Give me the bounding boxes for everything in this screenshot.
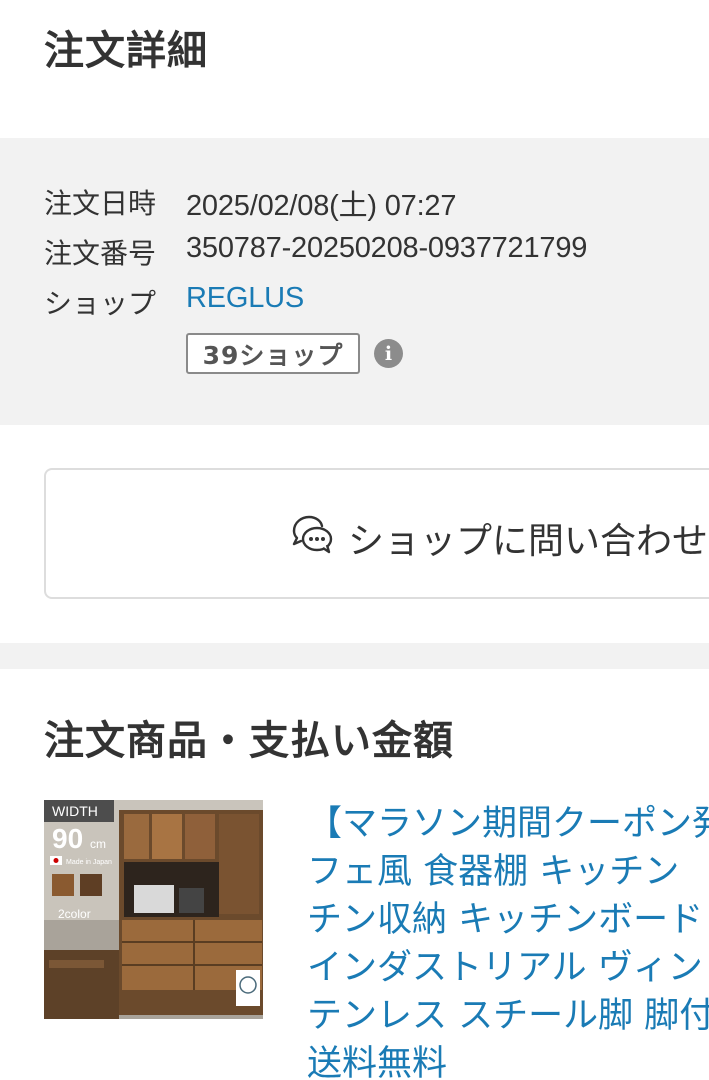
product-title-line: チン収納 キッチンボード	[307, 900, 704, 940]
product-thumbnail[interactable]: WIDTH 90 cm Made in Japan 2color	[44, 800, 263, 1019]
contact-shop-button[interactable]: ショップに問い合わせ	[44, 468, 709, 599]
order-info-block: 注文日時 2025/02/08(土) 07:27 注文番号 350787-202…	[0, 138, 709, 425]
page-title: 注文詳細	[44, 28, 208, 74]
39-shop-badge: 39ショップ	[186, 333, 360, 374]
order-detail-page: 注文詳細 注文日時 2025/02/08(土) 07:27 注文番号 35078…	[0, 0, 709, 1080]
product-title-line: インダストリアル ヴィン	[307, 948, 703, 988]
order-number-value: 350787-20250208-0937721799	[186, 232, 588, 264]
chat-bubbles-icon	[292, 515, 333, 554]
order-number-label: 注文番号	[44, 237, 157, 270]
info-icon[interactable]: i	[374, 339, 403, 368]
section-divider	[0, 643, 709, 669]
product-title-line: フェ風 食器棚 キッチン	[307, 852, 680, 892]
thumb-width-label: WIDTH	[52, 803, 98, 819]
section-title: 注文商品・支払い金額	[44, 718, 454, 764]
order-date-value: 2025/02/08(土) 07:27	[186, 190, 457, 222]
thumb-color-label: 2color	[58, 907, 91, 921]
shop-name-link[interactable]: REGLUS	[186, 282, 304, 315]
thumb-width-value: 90	[52, 823, 83, 854]
product-image-illustration: WIDTH 90 cm Made in Japan 2color	[44, 800, 263, 1019]
product-title-line: テンレス スチール脚 脚付	[307, 996, 709, 1036]
product-title-line: 【マラソン期間クーポン発	[307, 804, 709, 844]
thumb-width-unit: cm	[90, 837, 106, 851]
product-title-line: 送料無料	[307, 1044, 448, 1080]
order-date-label: 注文日時	[44, 187, 157, 220]
product-title-link[interactable]: 【マラソン期間クーポン発 フェ風 食器棚 キッチン チン収納 キッチンボード イ…	[307, 800, 709, 1080]
shop-label: ショップ	[44, 287, 157, 320]
thumb-made-in-japan: Made in Japan	[66, 859, 112, 866]
contact-shop-label: ショップに問い合わせ	[348, 521, 709, 562]
